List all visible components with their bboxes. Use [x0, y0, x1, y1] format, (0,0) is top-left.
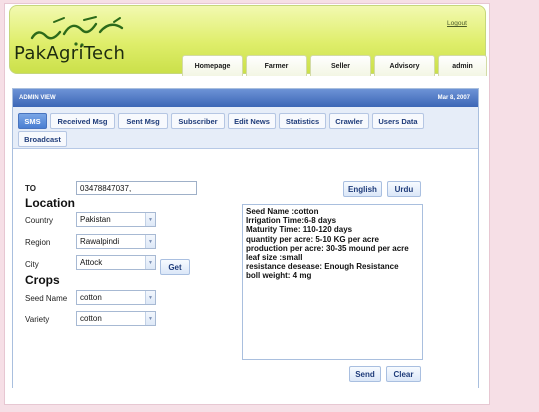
crops-heading: Crops [25, 273, 60, 287]
tab-received-msg[interactable]: Received Msg [50, 113, 115, 129]
message-line: Maturity Time: 110-120 days [246, 225, 353, 235]
message-line: resistance desease: Enough Resistance [246, 262, 399, 272]
english-button[interactable]: English [343, 181, 382, 197]
message-line: leaf size :small [246, 253, 303, 263]
city-value: Attock [80, 258, 103, 267]
main-nav: Homepage Farmer Seller Advisory admin [182, 55, 487, 76]
sms-form: TO Location Country Pakistan ▼ Region Ra… [13, 149, 478, 389]
site-header: PakAgriTech Logout Homepage Farmer Selle… [9, 5, 487, 76]
clear-button[interactable]: Clear [386, 366, 421, 382]
tab-statistics[interactable]: Statistics [279, 113, 326, 129]
chevron-down-icon: ▼ [145, 235, 155, 248]
message-textarea[interactable]: Seed Name :cotton Irrigation Time:6-8 da… [242, 204, 423, 360]
city-select[interactable]: Attock ▼ [76, 255, 156, 270]
admin-panel: ADMIN VIEW Mar 8, 2007 SMS Received Msg … [12, 88, 479, 389]
region-select[interactable]: Rawalpindi ▼ [76, 234, 156, 249]
panel-title: ADMIN VIEW [19, 95, 56, 101]
seed-name-value: cotton [80, 293, 102, 302]
chevron-down-icon: ▼ [145, 312, 155, 325]
nav-seller[interactable]: Seller [310, 55, 371, 76]
country-select[interactable]: Pakistan ▼ [76, 212, 156, 227]
tab-users-data[interactable]: Users Data [372, 113, 424, 129]
tab-strip: SMS Received Msg Sent Msg Subscriber Edi… [13, 107, 478, 149]
tab-crawler[interactable]: Crawler [329, 113, 369, 129]
tab-sent-msg[interactable]: Sent Msg [118, 113, 168, 129]
nav-homepage[interactable]: Homepage [182, 55, 243, 76]
nav-advisory[interactable]: Advisory [374, 55, 435, 76]
tab-subscriber[interactable]: Subscriber [171, 113, 225, 129]
logout-link[interactable]: Logout [447, 20, 467, 27]
site-logo-text: PakAgriTech [14, 43, 126, 64]
region-label: Region [25, 238, 51, 247]
panel-date: Mar 8, 2007 [437, 95, 470, 101]
chevron-down-icon: ▼ [145, 291, 155, 304]
tab-broadcast[interactable]: Broadcast [18, 131, 67, 147]
get-button[interactable]: Get [160, 259, 190, 275]
message-line: boll weight: 4 mg [246, 271, 312, 281]
panel-title-bar: ADMIN VIEW Mar 8, 2007 [13, 89, 478, 107]
country-label: Country [25, 216, 54, 225]
nav-admin[interactable]: admin [438, 55, 487, 76]
location-heading: Location [25, 196, 75, 210]
urdu-button[interactable]: Urdu [387, 181, 421, 197]
to-label: TO [25, 184, 36, 193]
seed-name-label: Seed Name [25, 294, 68, 303]
variety-label: Variety [25, 315, 50, 324]
tab-edit-news[interactable]: Edit News [228, 113, 276, 129]
region-value: Rawalpindi [80, 237, 120, 246]
seed-name-select[interactable]: cotton ▼ [76, 290, 156, 305]
city-label: City [25, 260, 39, 269]
message-line: quantity per acre: 5-10 KG per acre [246, 234, 379, 244]
send-button[interactable]: Send [349, 366, 381, 382]
country-value: Pakistan [80, 215, 111, 224]
message-line: Seed Name :cotton [246, 207, 319, 216]
to-input[interactable] [76, 181, 197, 195]
variety-value: cotton [80, 314, 102, 323]
nav-farmer[interactable]: Farmer [246, 55, 307, 76]
message-line: Irrigation Time:6-8 days [246, 216, 337, 226]
chevron-down-icon: ▼ [145, 256, 155, 269]
message-line: production per acre: 30-35 mound per acr… [246, 243, 409, 253]
tab-sms[interactable]: SMS [18, 113, 47, 129]
chevron-down-icon: ▼ [145, 213, 155, 226]
variety-select[interactable]: cotton ▼ [76, 311, 156, 326]
